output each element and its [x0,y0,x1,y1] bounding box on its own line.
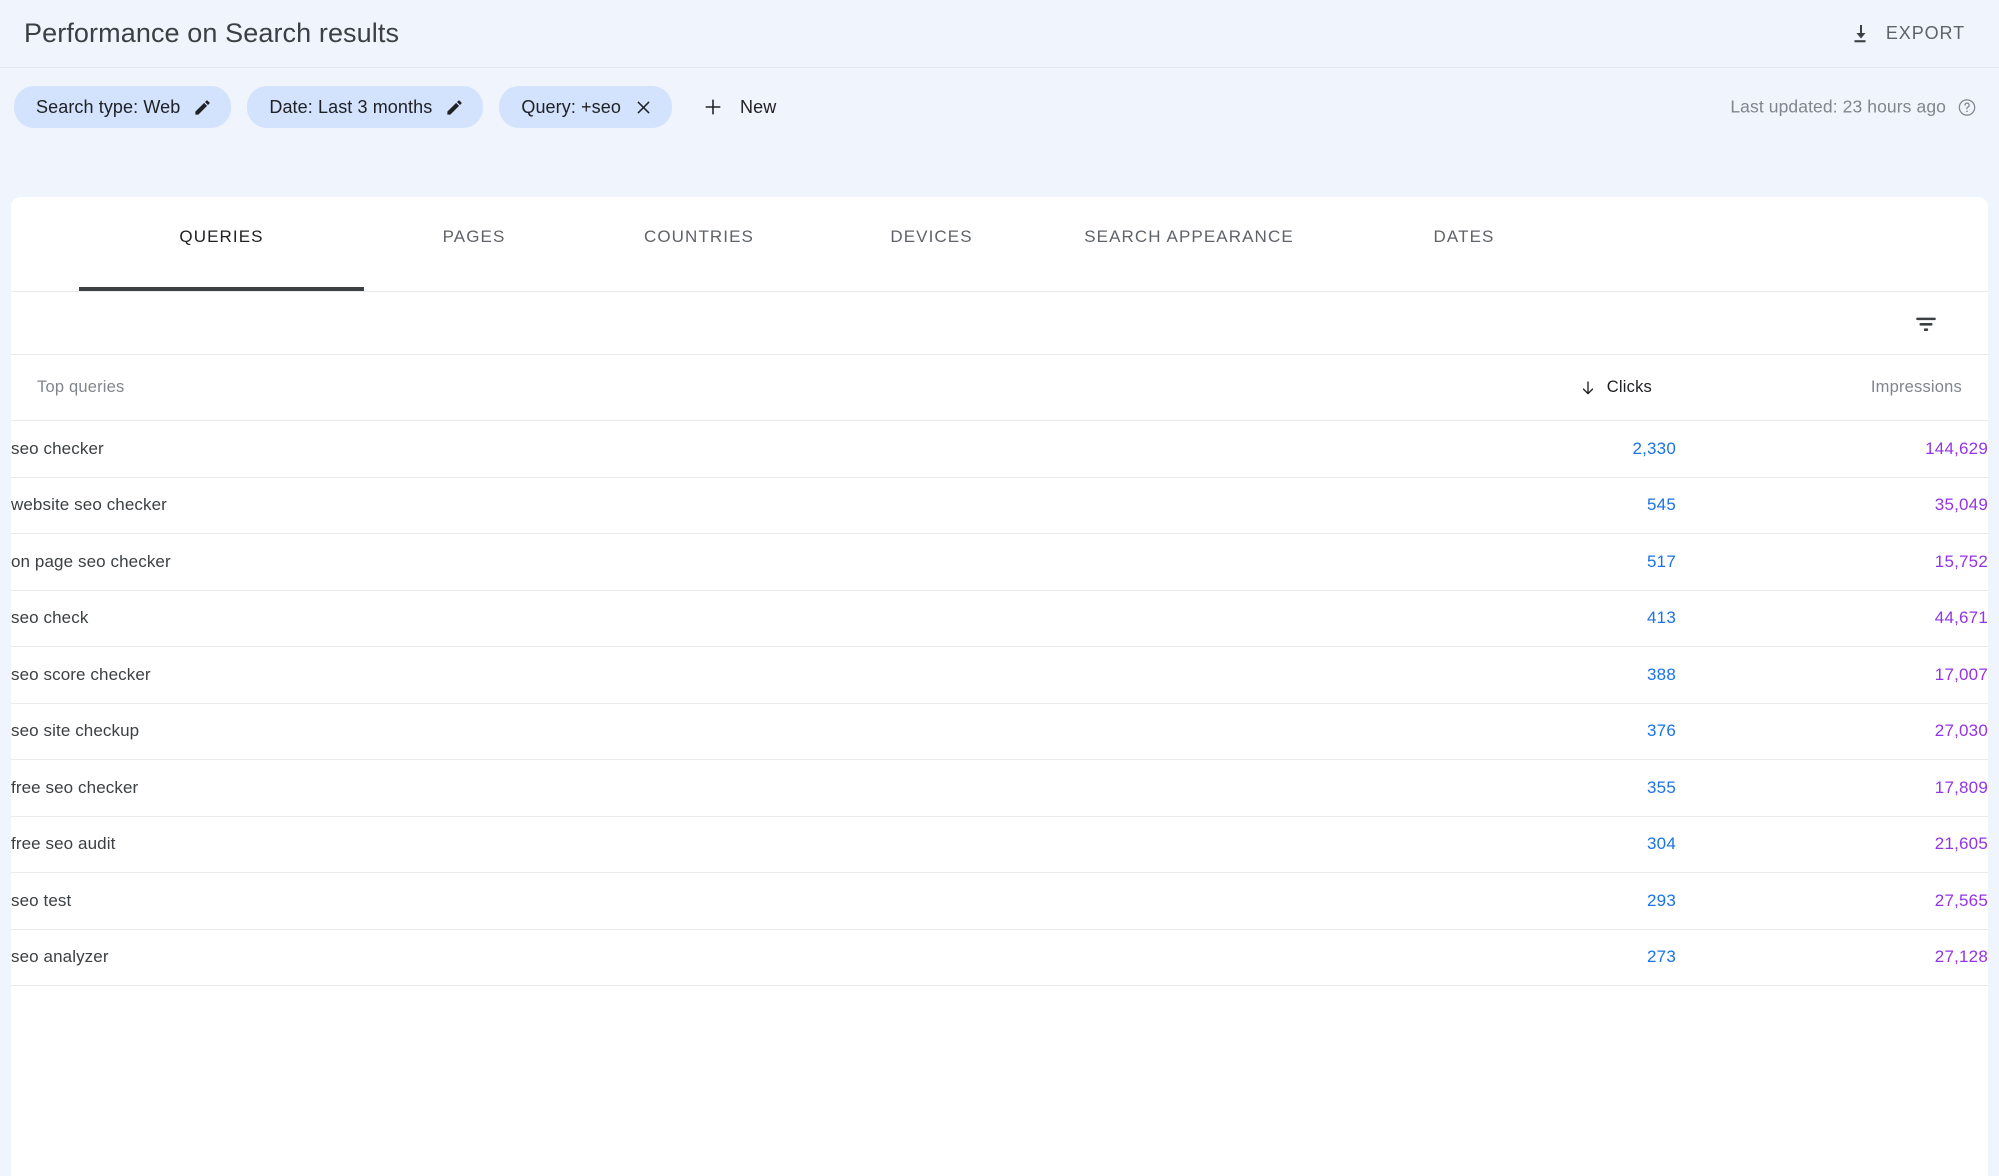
cell-query: seo check [11,590,1366,647]
column-header-label: Impressions [1870,378,1962,396]
cell-clicks: 273 [1366,929,1676,986]
cell-clicks: 293 [1366,872,1676,930]
column-header-label: Top queries [37,378,125,396]
last-updated-label: Last updated: 23 hours ago [1730,96,1946,117]
page-header: Performance on Search results EXPORT [0,0,1999,68]
table-row[interactable]: seo check 413 44,671 [11,590,1988,647]
tab-queries[interactable]: QUERIES [79,197,364,291]
cell-query: on page seo checker [11,533,1366,591]
table-row[interactable]: seo test 293 27,565 [11,872,1988,930]
table-row[interactable]: on page seo checker 517 15,752 [11,533,1988,591]
cell-query: free seo checker [11,759,1366,817]
column-header-top-queries[interactable]: Top queries [11,355,1366,421]
cell-query: seo site checkup [11,703,1366,760]
export-label: EXPORT [1885,23,1965,43]
cell-clicks: 388 [1366,646,1676,704]
cell-clicks: 376 [1366,703,1676,760]
tab-label: COUNTRIES [643,227,755,246]
filter-chip-label: Search type: Web [36,96,181,117]
cell-clicks: 2,330 [1366,420,1676,478]
tab-dates[interactable]: DATES [1329,197,1599,291]
filter-chip-label: Date: Last 3 months [269,96,433,117]
column-header-label: Clicks [1606,378,1652,396]
cell-query: seo score checker [11,646,1366,704]
help-circle-icon[interactable] [1957,97,1977,117]
cell-clicks: 355 [1366,759,1676,817]
arrow-down-icon [1579,379,1597,397]
cell-clicks: 304 [1366,816,1676,873]
filter-chip-date[interactable]: Date: Last 3 months [247,86,484,128]
new-filter-label: New [740,96,777,117]
cell-impressions: 21,605 [1676,816,1988,873]
table-row[interactable]: free seo checker 355 17,809 [11,759,1988,817]
cell-impressions: 144,629 [1676,420,1988,478]
cell-query: seo analyzer [11,929,1366,986]
cell-query: seo test [11,872,1366,930]
table-row[interactable]: seo score checker 388 17,007 [11,646,1988,704]
filter-chip-query[interactable]: Query: +seo [499,86,672,128]
close-icon[interactable] [634,98,653,117]
cell-query: website seo checker [11,477,1366,534]
tab-label: SEARCH APPEARANCE [1084,227,1294,246]
plus-icon [702,96,724,118]
table-toolbar [11,292,1988,355]
cell-clicks: 413 [1366,590,1676,647]
cell-impressions: 44,671 [1676,590,1988,647]
column-header-impressions[interactable]: Impressions [1676,355,1988,421]
tab-bar: QUERIES PAGES COUNTRIES DEVICES SEARCH A… [11,197,1988,292]
pencil-icon[interactable] [193,98,212,117]
performance-card: QUERIES PAGES COUNTRIES DEVICES SEARCH A… [11,197,1988,1176]
cell-impressions: 27,565 [1676,872,1988,930]
filter-list-button[interactable] [1906,303,1946,343]
cell-impressions: 17,007 [1676,646,1988,704]
tab-label: PAGES [442,227,506,246]
filter-chip-label: Query: +seo [521,96,621,117]
table-row[interactable]: seo checker 2,330 144,629 [11,420,1988,478]
tab-label: DATES [1433,227,1495,246]
download-icon [1848,22,1872,46]
cell-clicks: 545 [1366,477,1676,534]
table-row[interactable]: free seo audit 304 21,605 [11,816,1988,873]
table-row[interactable]: seo analyzer 273 27,128 [11,929,1988,986]
export-button[interactable]: EXPORT [1836,16,1977,52]
queries-table: Top queries Clicks Impressions seo check… [11,355,1988,986]
new-filter-button[interactable]: New [692,86,790,128]
filter-list-icon [1913,310,1939,336]
last-updated: Last updated: 23 hours ago [1730,97,1977,118]
filter-chip-search-type[interactable]: Search type: Web [14,86,232,128]
cell-query: free seo audit [11,816,1366,873]
tab-pages[interactable]: PAGES [364,197,584,291]
column-header-clicks[interactable]: Clicks [1366,355,1676,421]
cell-query: seo checker [11,420,1366,478]
table-header-row: Top queries Clicks Impressions [11,355,1988,421]
cell-impressions: 27,128 [1676,929,1988,986]
tab-label: DEVICES [890,227,973,246]
tab-search-appearance[interactable]: SEARCH APPEARANCE [1049,197,1329,291]
filter-bar: Search type: Web Date: Last 3 months Que… [0,68,1999,146]
page-title: Performance on Search results [24,18,400,48]
cell-impressions: 27,030 [1676,703,1988,760]
cell-clicks: 517 [1366,533,1676,591]
tab-devices[interactable]: DEVICES [814,197,1049,291]
pencil-icon[interactable] [445,98,464,117]
table-row[interactable]: seo site checkup 376 27,030 [11,703,1988,760]
table-row[interactable]: website seo checker 545 35,049 [11,477,1988,534]
cell-impressions: 15,752 [1676,533,1988,591]
table-body: seo checker 2,330 144,629 website seo ch… [11,420,1988,986]
tab-countries[interactable]: COUNTRIES [584,197,814,291]
cell-impressions: 17,809 [1676,759,1988,817]
tab-label: QUERIES [179,227,264,246]
cell-impressions: 35,049 [1676,477,1988,534]
